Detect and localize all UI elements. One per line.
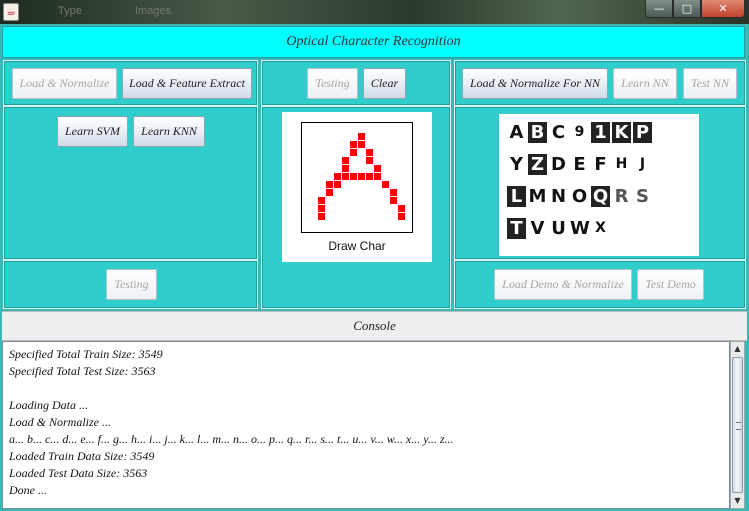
stroke-pixel: [350, 173, 357, 180]
stroke-pixel: [318, 213, 325, 220]
load-normalize-button[interactable]: Load & Normalize: [12, 68, 117, 99]
sample-char: U: [551, 218, 566, 239]
sample-char: N: [550, 186, 567, 207]
stroke-pixel: [398, 213, 405, 220]
stroke-pixel: [374, 165, 381, 172]
sample-char: F: [594, 154, 607, 175]
stroke-pixel: [342, 157, 349, 164]
sample-char: Y: [509, 154, 524, 175]
window-controls: — □ ✕: [645, 0, 745, 18]
sample-char: 9: [574, 124, 585, 140]
stroke-pixel: [318, 197, 325, 204]
draw-canvas[interactable]: Draw Char: [282, 112, 432, 262]
close-button[interactable]: ✕: [701, 0, 745, 18]
stroke-pixel: [326, 181, 333, 188]
window-titlebar: ☕ Type Images — □ ✕: [0, 0, 749, 24]
background-text: Type: [58, 5, 82, 17]
drawn-character: [318, 133, 405, 220]
stroke-pixel: [318, 205, 325, 212]
stroke-pixel: [366, 173, 373, 180]
console-line: Load & Normalize ...: [9, 415, 112, 429]
app-title: Optical Character Recognition: [286, 34, 461, 49]
load-feature-extract-button[interactable]: Load & Feature Extract: [122, 68, 252, 99]
console-scrollbar[interactable]: ▲ ▼: [730, 341, 745, 509]
console-line: Specified Total Test Size: 3563: [9, 364, 156, 378]
app-header: Optical Character Recognition: [2, 26, 745, 58]
sample-characters-image: A B C 9 1 K P Y Z D E F H J L M N O Q R …: [499, 114, 699, 256]
stroke-pixel: [398, 205, 405, 212]
console-output[interactable]: Specified Total Train Size: 3549 Specifi…: [2, 341, 730, 509]
scroll-up-arrow-icon[interactable]: ▲: [731, 342, 744, 356]
stroke-pixel: [342, 165, 349, 172]
stroke-pixel: [350, 149, 357, 156]
stroke-pixel: [374, 173, 381, 180]
draw-area[interactable]: [301, 122, 413, 233]
console-line: Specified Total Train Size: 3549: [9, 347, 163, 361]
stroke-pixel: [326, 189, 333, 196]
console-title: Console: [353, 318, 396, 333]
sample-char: H: [615, 156, 628, 172]
sample-char: C: [551, 122, 566, 143]
draw-char-label: Draw Char: [328, 239, 386, 253]
java-app-icon: ☕: [3, 3, 19, 21]
console-line: Done ...: [9, 483, 47, 497]
console-header: Console: [2, 311, 747, 341]
testing-button-center[interactable]: Testing: [307, 68, 358, 99]
stroke-pixel: [334, 173, 341, 180]
test-nn-button[interactable]: Test NN: [683, 68, 737, 99]
sample-char: Z: [528, 154, 547, 175]
minimize-button[interactable]: —: [645, 0, 673, 18]
stroke-pixel: [334, 181, 341, 188]
sample-char: W: [570, 218, 590, 239]
background-text: Images: [135, 5, 172, 17]
stroke-pixel: [358, 133, 365, 140]
sample-char: V: [530, 218, 545, 239]
learn-knn-button[interactable]: Learn KNN: [133, 116, 205, 147]
stroke-pixel: [350, 141, 357, 148]
learn-svm-button[interactable]: Learn SVM: [57, 116, 128, 147]
testing-button-left[interactable]: Testing: [106, 269, 157, 300]
console-line: Loading Data ...: [9, 398, 89, 412]
maximize-button[interactable]: □: [673, 0, 701, 18]
sample-char: B: [528, 122, 547, 143]
sample-char: E: [573, 154, 586, 175]
left-learn-panel: [3, 106, 258, 260]
stroke-pixel: [358, 173, 365, 180]
scroll-down-arrow-icon[interactable]: ▼: [731, 494, 744, 508]
console-line: a... b... c... d... e... f... g... h... …: [9, 432, 454, 446]
sample-char: T: [507, 218, 526, 239]
clear-button[interactable]: Clear: [363, 68, 406, 99]
sample-char: J: [639, 156, 646, 172]
sample-char: L: [507, 186, 526, 207]
stroke-pixel: [390, 189, 397, 196]
learn-nn-button[interactable]: Learn NN: [613, 68, 677, 99]
load-demo-normalize-button[interactable]: Load Demo & Normalize: [494, 269, 632, 300]
sample-char: M: [528, 186, 547, 207]
sample-char: S: [636, 186, 649, 207]
sample-char: A: [509, 122, 524, 143]
app-frame: Optical Character Recognition Load & Nor…: [0, 24, 749, 511]
stroke-pixel: [358, 141, 365, 148]
stroke-pixel: [366, 149, 373, 156]
load-normalize-nn-button[interactable]: Load & Normalize For NN: [462, 68, 608, 99]
test-demo-button[interactable]: Test Demo: [637, 269, 704, 300]
stroke-pixel: [366, 157, 373, 164]
scroll-thumb[interactable]: [732, 357, 743, 493]
sample-char: D: [551, 154, 566, 175]
stroke-pixel: [382, 181, 389, 188]
sample-char: P: [633, 122, 652, 143]
stroke-pixel: [342, 173, 349, 180]
sample-char: R: [614, 186, 629, 207]
sample-char: Q: [591, 186, 610, 207]
stroke-pixel: [390, 197, 397, 204]
sample-char: X: [595, 220, 606, 236]
sample-char: K: [612, 122, 631, 143]
sample-char: 1: [591, 122, 610, 143]
console-line: Loaded Test Data Size: 3563: [9, 466, 148, 480]
console-line: Loaded Train Data Size: 3549: [9, 449, 155, 463]
sample-char: O: [571, 186, 588, 207]
